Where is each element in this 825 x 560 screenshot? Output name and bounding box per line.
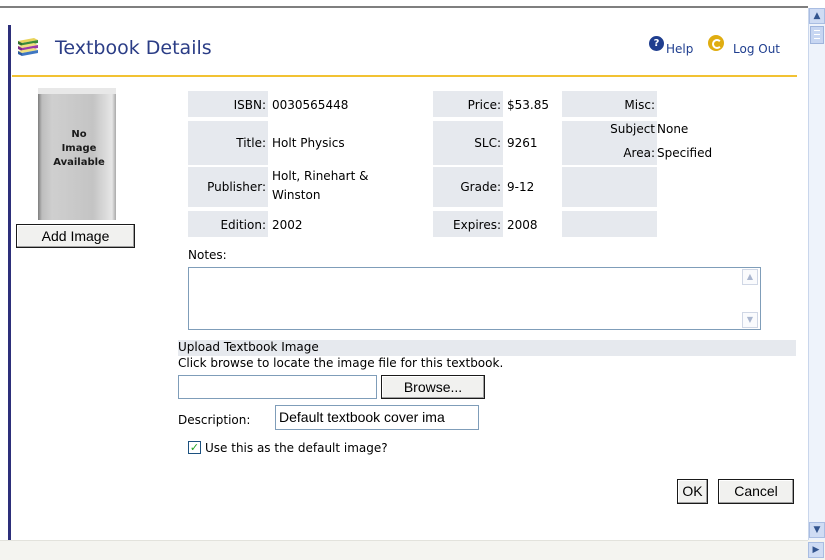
edition-value: 2002 bbox=[272, 218, 303, 232]
misc-label: Misc: bbox=[624, 98, 655, 112]
default-image-checkbox-label[interactable]: Use this as the default image? bbox=[205, 441, 388, 455]
title-label: Title: bbox=[236, 136, 266, 150]
default-image-checkbox[interactable]: ✓ bbox=[188, 441, 201, 454]
help-link[interactable]: Help bbox=[666, 42, 693, 56]
slc-value: 9261 bbox=[507, 136, 538, 150]
notes-scroll-down-icon[interactable]: ▼ bbox=[742, 312, 758, 328]
browse-button[interactable]: Browse... bbox=[381, 375, 485, 399]
price-label: Price: bbox=[467, 98, 501, 112]
notes-scroll-up-icon[interactable]: ▲ bbox=[742, 269, 758, 285]
cancel-button[interactable]: Cancel bbox=[718, 479, 794, 504]
empty-cell-1 bbox=[562, 167, 657, 207]
upload-hint: Click browse to locate the image file fo… bbox=[178, 356, 504, 370]
notes-label: Notes: bbox=[188, 248, 227, 262]
notes-textarea[interactable]: ▲ ▼ bbox=[188, 267, 761, 330]
subject-area-value-line1: None bbox=[657, 122, 689, 136]
isbn-value: 0030565448 bbox=[272, 98, 349, 112]
vertical-scrollbar[interactable]: ▲ ▼ bbox=[808, 8, 825, 540]
scroll-up-icon[interactable]: ▲ bbox=[809, 8, 825, 24]
book-top-edge bbox=[38, 88, 116, 94]
scrollbar-corner: ▶ bbox=[808, 540, 825, 560]
scroll-thumb[interactable] bbox=[810, 26, 824, 44]
description-label: Description: bbox=[178, 413, 251, 427]
add-image-button[interactable]: Add Image bbox=[16, 224, 135, 248]
left-accent-bar bbox=[8, 25, 11, 540]
ok-button[interactable]: OK bbox=[677, 479, 708, 504]
title-value: Holt Physics bbox=[272, 136, 345, 150]
slc-label: SLC: bbox=[474, 136, 501, 150]
publisher-label: Publisher: bbox=[207, 180, 266, 194]
help-icon[interactable]: ? bbox=[649, 36, 664, 51]
grade-value: 9-12 bbox=[507, 180, 535, 194]
books-icon bbox=[18, 38, 38, 56]
subject-area-label-line2: Area: bbox=[623, 146, 655, 160]
top-border bbox=[0, 6, 808, 8]
publisher-value-line2: Winston bbox=[272, 188, 321, 202]
edition-label: Edition: bbox=[220, 218, 266, 232]
empty-cell-2 bbox=[562, 211, 657, 237]
expires-label: Expires: bbox=[453, 218, 501, 232]
scroll-down-icon[interactable]: ▼ bbox=[809, 522, 825, 538]
subject-area-value-line2: Specified bbox=[657, 146, 713, 160]
grade-label: Grade: bbox=[460, 180, 501, 194]
horizontal-scrollbar[interactable] bbox=[0, 540, 808, 560]
description-input[interactable]: Default textbook cover ima bbox=[275, 405, 479, 430]
notes-scrollbar[interactable]: ▲ ▼ bbox=[742, 269, 759, 328]
isbn-label: ISBN: bbox=[233, 98, 266, 112]
publisher-value-line1: Holt, Rinehart & bbox=[272, 169, 369, 183]
expires-value: 2008 bbox=[507, 218, 538, 232]
no-image-text: No Image Available bbox=[53, 129, 105, 168]
logout-icon[interactable] bbox=[708, 35, 724, 51]
header-divider bbox=[12, 75, 797, 77]
subject-area-label-line1: Subject bbox=[610, 122, 655, 136]
file-path-input[interactable] bbox=[178, 375, 377, 399]
upload-section-title: Upload Textbook Image bbox=[178, 340, 319, 354]
scroll-right-icon[interactable]: ▶ bbox=[808, 542, 824, 558]
price-value: $53.85 bbox=[507, 98, 549, 112]
page-title: Textbook Details bbox=[55, 37, 212, 59]
logout-link[interactable]: Log Out bbox=[733, 42, 780, 56]
